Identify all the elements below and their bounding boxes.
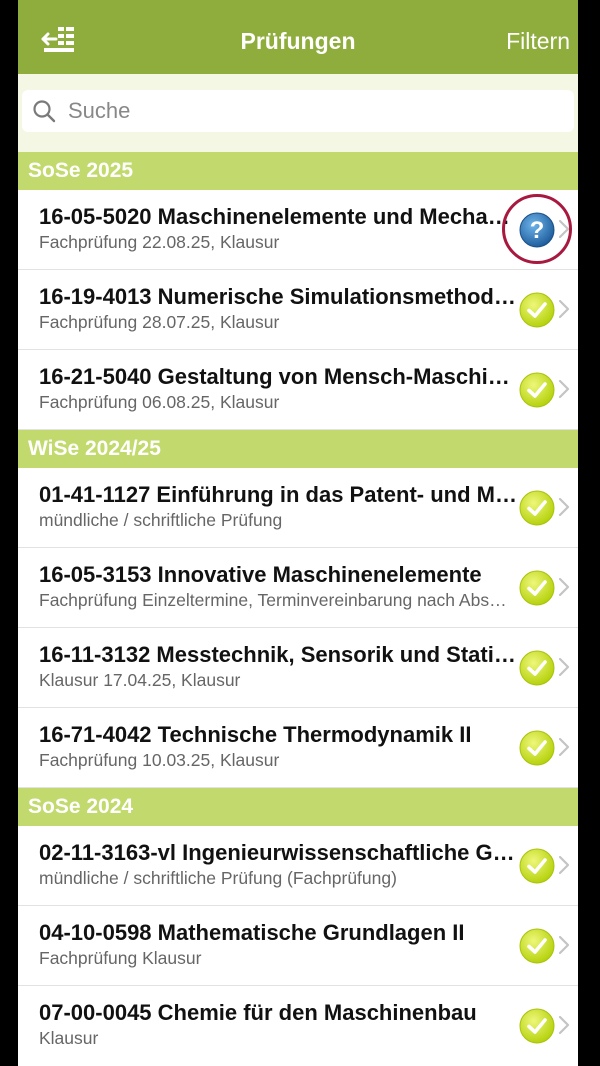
exam-title: 04-10-0598 Mathematische Grundlagen II <box>39 920 465 945</box>
chevron-right-icon <box>558 657 570 677</box>
exam-subtitle: Fachprüfung 22.08.25, Klausur <box>39 232 280 252</box>
exam-title: 16-19-4013 Numerische Simulationsmethode… <box>39 284 517 309</box>
check-icon <box>519 292 555 328</box>
chevron-right-icon <box>558 737 570 757</box>
chevron-right-icon <box>558 855 570 875</box>
exam-row[interactable]: 04-10-0598 Mathematische Grundlagen II Fa… <box>18 906 578 986</box>
section-header: SoSe 2025 <box>18 152 578 190</box>
exam-title: 16-05-5020 Maschinenelemente und Mechatr… <box>39 204 517 229</box>
menu-list-icon[interactable] <box>40 26 74 52</box>
chevron-right-icon <box>558 299 570 319</box>
exam-title: 16-11-3132 Messtechnik, Sensorik und Sta… <box>39 642 517 667</box>
exam-subtitle: Fachprüfung Einzeltermine, Terminvereinb… <box>39 590 509 610</box>
navigation-bar: Prüfungen Filtern <box>18 0 578 74</box>
check-icon <box>519 928 555 964</box>
exam-row[interactable]: 02-11-3163-vl Ingenieurwissenschaftliche… <box>18 826 578 906</box>
question-icon: ? <box>519 212 555 248</box>
app-screen: Prüfungen Filtern SoSe 2025 16-05-5020 Ma… <box>18 0 578 1066</box>
check-icon <box>519 730 555 766</box>
exam-row[interactable]: 16-19-4013 Numerische Simulationsmethode… <box>18 270 578 350</box>
chevron-right-icon <box>558 577 570 597</box>
section-header: SoSe 2024 <box>18 788 578 826</box>
check-icon <box>519 490 555 526</box>
chevron-right-icon <box>558 219 570 239</box>
exam-row[interactable]: 16-21-5040 Gestaltung von Mensch-Maschin… <box>18 350 578 430</box>
exam-subtitle: mündliche / schriftliche Prüfung <box>39 510 283 530</box>
check-icon <box>519 570 555 606</box>
exam-title: 16-71-4042 Technische Thermodynamik II <box>39 722 472 747</box>
exam-title: 07-00-0045 Chemie für den Maschinenbau <box>39 1000 477 1025</box>
exam-row[interactable]: 16-11-3132 Messtechnik, Sensorik und Sta… <box>18 628 578 708</box>
check-icon <box>519 848 555 884</box>
exam-title: 16-21-5040 Gestaltung von Mensch-Maschin… <box>39 364 517 389</box>
chevron-right-icon <box>558 935 570 955</box>
search-icon <box>33 100 56 123</box>
exam-subtitle: Fachprüfung 06.08.25, Klausur <box>39 392 280 412</box>
chevron-right-icon <box>558 497 570 517</box>
exam-subtitle: Fachprüfung 28.07.25, Klausur <box>39 312 280 332</box>
check-icon <box>519 650 555 686</box>
search-input[interactable] <box>68 96 548 126</box>
chevron-right-icon <box>558 1015 570 1035</box>
section-header: WiSe 2024/25 <box>18 430 578 468</box>
exam-subtitle: Klausur <box>39 1028 99 1048</box>
page-title: Prüfungen <box>240 28 356 54</box>
exam-row[interactable]: 16-05-5020 Maschinenelemente und Mechatr… <box>18 190 578 270</box>
exam-row[interactable]: 16-05-3153 Innovative Maschinenelemente F… <box>18 548 578 628</box>
exam-subtitle: mündliche / schriftliche Prüfung (Fachpr… <box>39 868 397 888</box>
exam-list: SoSe 2025 16-05-5020 Maschinenelemente un… <box>18 152 578 1066</box>
exam-title: 02-11-3163-vl Ingenieurwissenschaftliche… <box>39 840 517 865</box>
exam-row[interactable]: 07-00-0045 Chemie für den Maschinenbau Kl… <box>18 986 578 1066</box>
exam-row[interactable]: 16-71-4042 Technische Thermodynamik II Fa… <box>18 708 578 788</box>
exam-title: 16-05-3153 Innovative Maschinenelemente <box>39 562 482 587</box>
svg-text:?: ? <box>530 217 545 244</box>
check-icon <box>519 372 555 408</box>
search-bar <box>18 74 578 152</box>
chevron-right-icon <box>558 379 570 399</box>
exam-title: 01-41-1127 Einführung in das Patent- und… <box>39 482 517 507</box>
search-box[interactable] <box>22 90 574 132</box>
exam-subtitle: Klausur 17.04.25, Klausur <box>39 670 241 690</box>
exam-subtitle: Fachprüfung Klausur <box>39 948 202 968</box>
exam-subtitle: Fachprüfung 10.03.25, Klausur <box>39 750 280 770</box>
filter-button[interactable]: Filtern <box>506 28 570 55</box>
exam-row[interactable]: 01-41-1127 Einführung in das Patent- und… <box>18 468 578 548</box>
check-icon <box>519 1008 555 1044</box>
